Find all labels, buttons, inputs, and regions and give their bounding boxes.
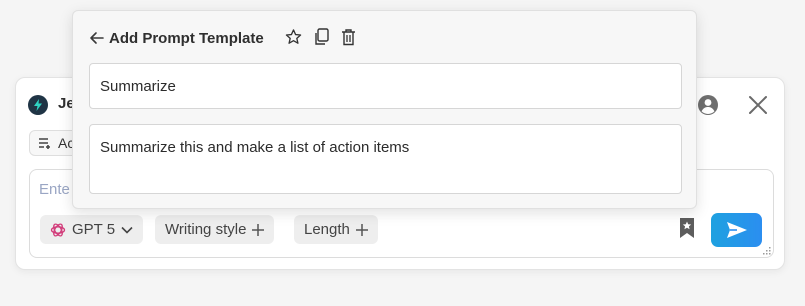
template-name-field[interactable]: [89, 63, 682, 109]
send-icon: [726, 222, 747, 238]
star-icon[interactable]: [285, 28, 302, 46]
send-button[interactable]: [711, 213, 762, 247]
model-label: GPT 5: [72, 221, 116, 238]
popup-header: Add Prompt Template: [89, 27, 264, 49]
plus-icon: [252, 223, 265, 236]
user-circle-icon[interactable]: [697, 94, 719, 116]
writing-style-button[interactable]: Writing style: [155, 215, 275, 244]
length-button[interactable]: Length: [294, 215, 378, 244]
plus-icon: [355, 223, 368, 236]
copy-icon[interactable]: [313, 28, 330, 46]
add-prompt-template-popup: Add Prompt Template Summarize this and m…: [72, 10, 697, 209]
writing-style-label: Writing style: [165, 221, 247, 238]
playlist-add-icon: [39, 138, 50, 149]
chevron-down-icon: [121, 226, 133, 234]
bookmark-star-icon[interactable]: [677, 217, 697, 239]
arrow-left-icon[interactable]: [89, 30, 105, 46]
model-selector[interactable]: GPT 5: [40, 215, 144, 244]
bolt-logo-icon: [28, 95, 48, 115]
template-body-field[interactable]: Summarize this and make a list of action…: [89, 124, 682, 194]
openai-icon: [50, 222, 66, 237]
trash-icon[interactable]: [340, 28, 357, 46]
close-icon[interactable]: [747, 94, 769, 116]
popup-title: Add Prompt Template: [109, 29, 264, 47]
length-label: Length: [304, 221, 350, 238]
resize-handle-icon[interactable]: [761, 245, 771, 255]
